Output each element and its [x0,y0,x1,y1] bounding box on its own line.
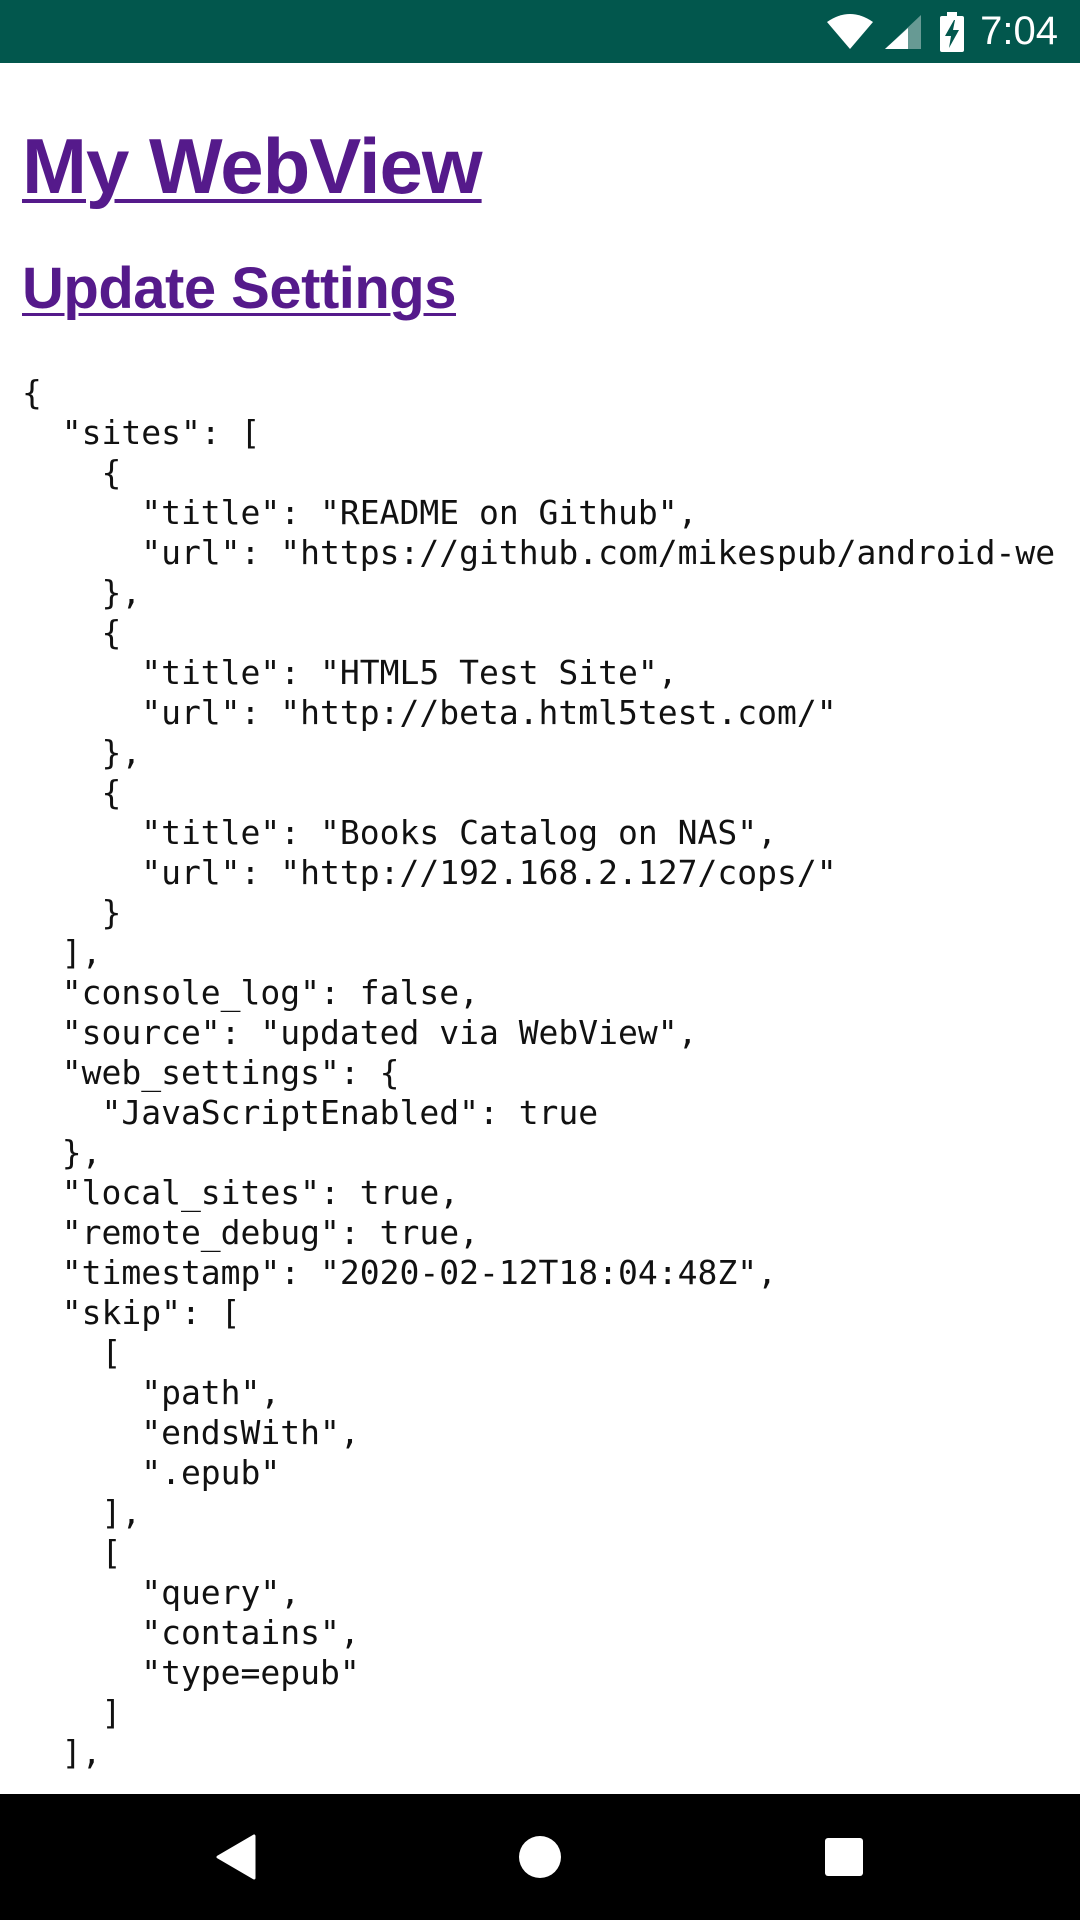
signal-icon [885,14,922,49]
webview-content[interactable]: My WebView Update Settings { "sites": [ … [22,63,1080,1794]
back-icon [216,1834,256,1880]
page-title-link[interactable]: My WebView [22,121,483,211]
json-line: "path", [22,1373,281,1412]
json-line: "sites": [ [22,413,261,452]
wifi-icon [827,13,874,49]
recent-apps-icon [825,1838,863,1876]
json-line: "url": "http://beta.html5test.com/" [22,693,837,732]
json-line: }, [22,573,142,612]
json-line: "web_settings": { [22,1053,400,1092]
battery-charging-icon [940,11,965,52]
json-line: "contains", [22,1613,360,1652]
back-button[interactable] [166,1794,306,1920]
update-settings-link[interactable]: Update Settings [22,255,457,323]
json-line: { [22,373,42,412]
json-line: { [22,613,122,652]
json-line: ], [22,933,102,972]
json-line: [ [22,1333,122,1372]
status-bar: 7:04 [0,0,1080,63]
json-line: [ [22,1533,122,1572]
json-line: "skip": [ [22,1293,241,1332]
json-line: "url": "https://github.com/mikespub/andr… [22,533,1056,572]
json-line: "JavaScriptEnabled": true [22,1093,599,1132]
json-line: "endsWith", [22,1413,360,1452]
navigation-bar [0,1794,1080,1920]
json-line: { [22,453,122,492]
json-line: "console_log": false, [22,973,479,1012]
json-line: "timestamp": "2020-02-12T18:04:48Z", [22,1253,777,1292]
json-line: "type=epub" [22,1653,360,1692]
json-line: }, [22,733,142,772]
json-line: "url": "http://192.168.2.127/cops/" [22,853,837,892]
json-line: ], [22,1493,142,1532]
json-line: "local_sites": true, [22,1173,460,1212]
json-line: ], [22,1733,102,1772]
json-line: ".epub" [22,1453,281,1492]
json-line: ] [22,1693,122,1732]
json-line: "remote_debug": true, [22,1213,479,1252]
json-line: }, [22,1133,102,1172]
json-line: { [22,773,122,812]
json-line: "query", [22,1573,301,1612]
recent-apps-button[interactable] [774,1794,914,1920]
json-line: "title": "HTML5 Test Site", [22,653,678,692]
json-line: "title": "README on Github", [22,493,698,532]
json-line: "title": "Books Catalog on NAS", [22,813,777,852]
json-line: } [22,893,122,932]
json-line: "source": "updated via WebView", [22,1013,698,1052]
settings-json: { "sites": [ { "title": "README on Githu… [22,373,1080,1773]
home-icon [519,1836,561,1878]
status-icons: 7:04 [826,0,1058,63]
home-button[interactable] [470,1794,610,1920]
status-clock: 7:04 [980,9,1058,53]
